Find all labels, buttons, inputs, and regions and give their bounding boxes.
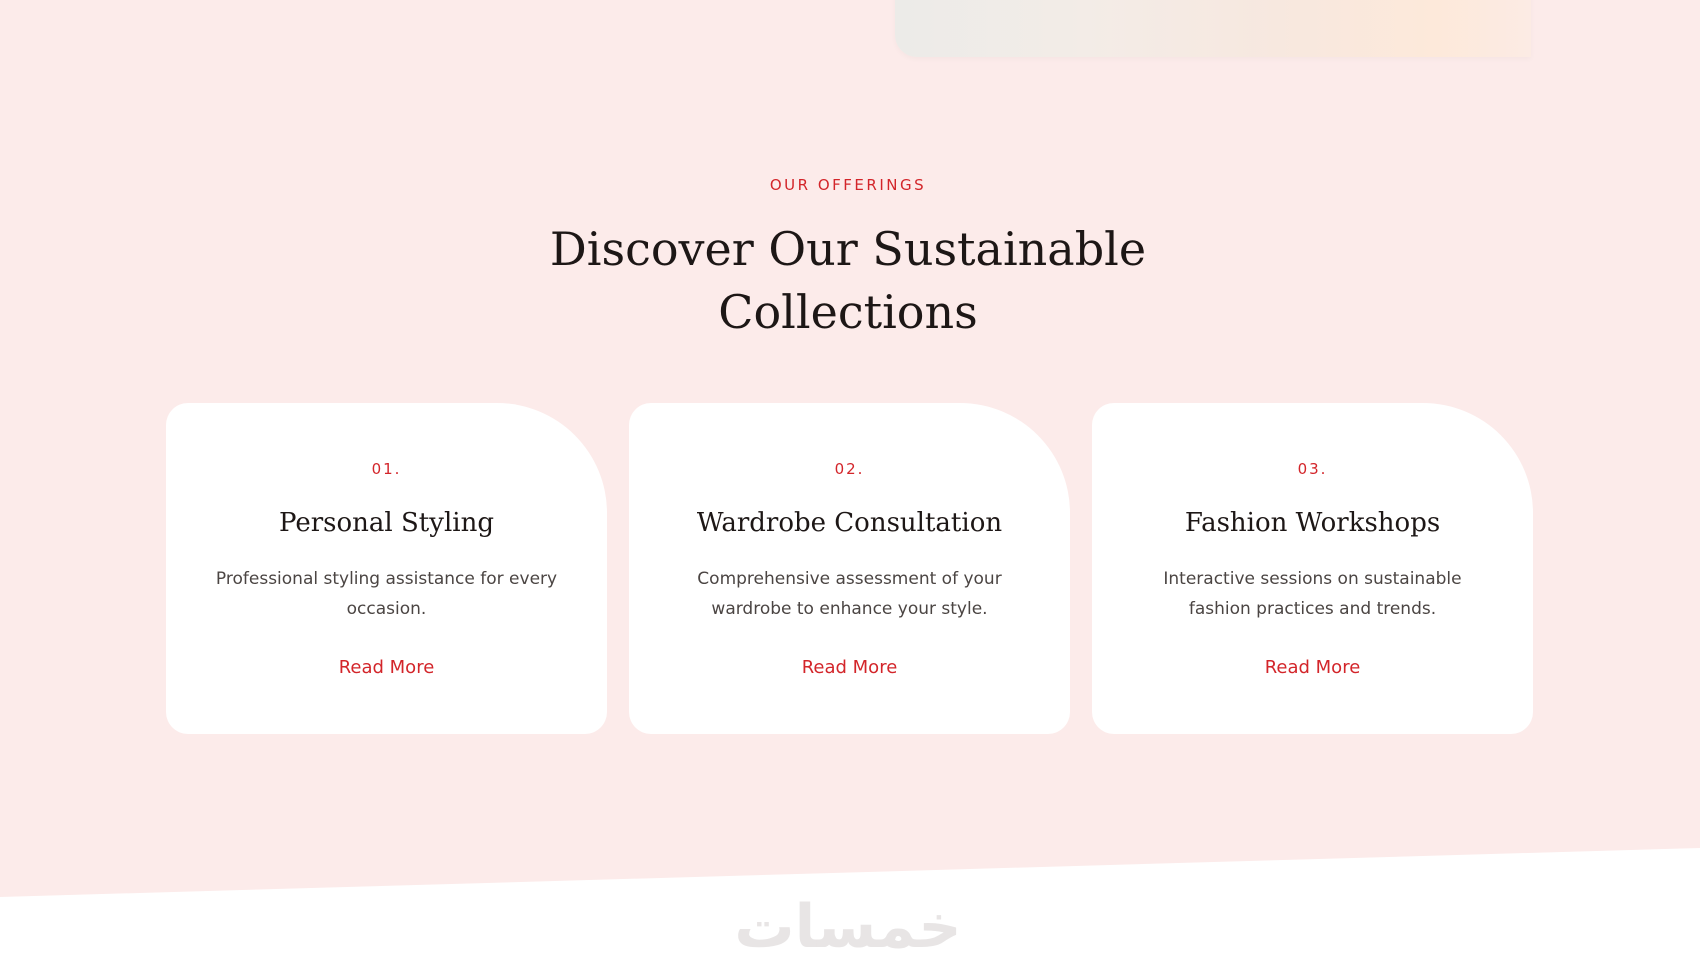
card-description: Interactive sessions on sustainable fash… — [1163, 569, 1462, 619]
card-title: Fashion Workshops — [1184, 508, 1441, 538]
offerings-page: OUR OFFERINGS Discover Our Sustainable C… — [0, 0, 1700, 970]
read-more-link[interactable]: Read More — [166, 657, 607, 678]
offering-card-fashion-workshops: 03. Fashion Workshops Interactive sessio… — [1092, 403, 1533, 734]
read-more-link[interactable]: Read More — [1092, 657, 1533, 678]
card-description: Professional styling assistance for ever… — [215, 569, 558, 619]
watermark-logo: خمسات — [734, 892, 962, 962]
offering-card-wardrobe-consultation: 02. Wardrobe Consultation Comprehensive … — [629, 403, 1070, 734]
card-title: Personal Styling — [279, 508, 494, 538]
card-number: 02. — [834, 460, 865, 478]
hero-image-bottom-edge — [895, 0, 1531, 57]
offering-card-personal-styling: 01. Personal Styling Professional stylin… — [166, 403, 607, 734]
card-description: Comprehensive assessment of your wardrob… — [697, 569, 1002, 619]
card-title: Wardrobe Consultation — [696, 508, 1003, 538]
card-number: 01. — [371, 460, 402, 478]
read-more-link[interactable]: Read More — [629, 657, 1070, 678]
section-headline: Discover Our Sustainable Collections — [549, 222, 1147, 339]
section-eyebrow: OUR OFFERINGS — [769, 176, 927, 194]
card-number: 03. — [1297, 460, 1328, 478]
